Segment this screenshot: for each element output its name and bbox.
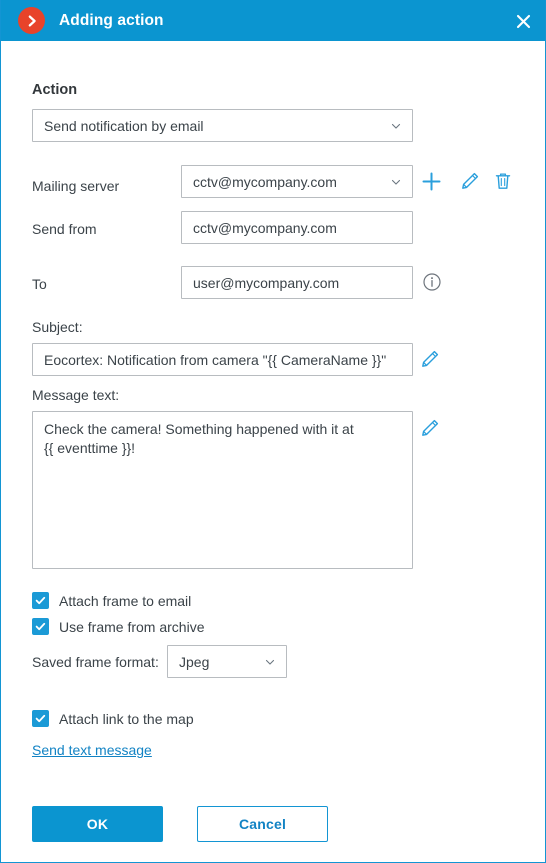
message-text-area[interactable]: Check the camera! Something happened wit… <box>32 411 413 569</box>
cancel-button[interactable]: Cancel <box>197 806 328 842</box>
to-label: To <box>32 276 47 292</box>
send-from-value: cctv@mycompany.com <box>193 219 337 236</box>
chevron-down-icon <box>391 179 401 185</box>
to-input[interactable]: user@mycompany.com <box>181 266 413 299</box>
send-text-message-link[interactable]: Send text message <box>32 742 152 758</box>
message-text-label: Message text: <box>32 387 120 403</box>
mailing-server-value: cctv@mycompany.com <box>193 173 337 190</box>
chevron-down-icon <box>265 659 275 665</box>
checkmark-icon <box>32 710 49 727</box>
use-frame-from-archive-checkbox[interactable]: Use frame from archive <box>32 618 204 635</box>
attach-frame-label: Attach frame to email <box>59 592 192 609</box>
info-circle-icon <box>419 269 445 295</box>
attach-frame-checkbox[interactable]: Attach frame to email <box>32 592 191 609</box>
checkmark-icon <box>32 618 49 635</box>
trash-icon[interactable] <box>490 168 516 194</box>
pencil-icon[interactable] <box>417 415 443 441</box>
saved-frame-format-value: Jpeg <box>179 653 210 670</box>
action-type-value: Send notification by email <box>44 117 204 134</box>
attach-link-to-map-checkbox[interactable]: Attach link to the map <box>32 710 194 727</box>
send-from-input[interactable]: cctv@mycompany.com <box>181 211 413 244</box>
dialog-titlebar: Adding action <box>1 0 545 41</box>
checkmark-icon <box>32 592 49 609</box>
chevron-down-icon <box>391 123 401 129</box>
ok-button[interactable]: OK <box>32 806 163 842</box>
pencil-icon[interactable] <box>457 168 483 194</box>
close-icon[interactable] <box>511 9 535 33</box>
subject-input[interactable]: Eocortex: Notification from camera "{{ C… <box>32 343 413 376</box>
action-type-select[interactable]: Send notification by email <box>32 109 413 142</box>
attach-link-to-map-label: Attach link to the map <box>59 710 194 727</box>
plus-icon[interactable] <box>418 168 444 194</box>
subject-value: Eocortex: Notification from camera "{{ C… <box>44 351 387 368</box>
send-from-label: Send from <box>32 221 97 237</box>
dialog-body: Action Send notification by email Mailin… <box>1 41 545 862</box>
to-value: user@mycompany.com <box>193 274 340 291</box>
section-title-action: Action <box>32 82 78 98</box>
dialog-title: Adding action <box>59 11 164 29</box>
adding-action-dialog: Adding action Action Send notification b… <box>0 0 546 863</box>
mailing-server-label: Mailing server <box>32 178 120 194</box>
chevron-right-circle-icon <box>18 7 45 34</box>
use-frame-from-archive-label: Use frame from archive <box>59 618 205 635</box>
pencil-icon[interactable] <box>417 346 443 372</box>
subject-label: Subject: <box>32 319 83 335</box>
saved-frame-format-label: Saved frame format: <box>32 654 159 670</box>
mailing-server-select[interactable]: cctv@mycompany.com <box>181 165 413 198</box>
saved-frame-format-select[interactable]: Jpeg <box>167 645 287 678</box>
